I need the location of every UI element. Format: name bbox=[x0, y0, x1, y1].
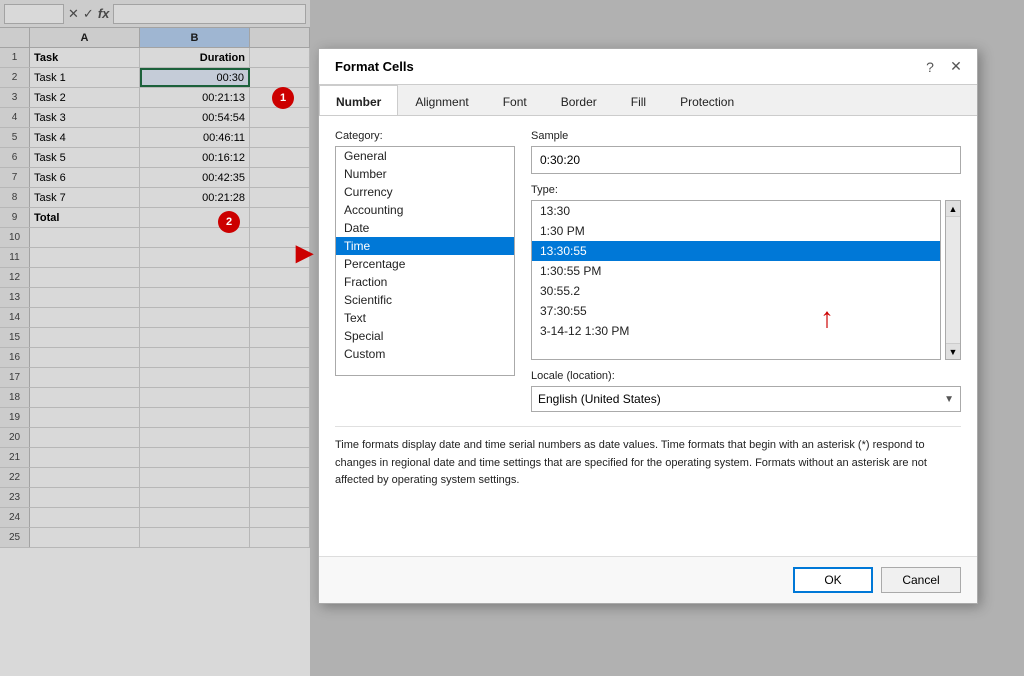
locale-label: Locale (location): bbox=[531, 370, 961, 382]
annotation-1: 1 bbox=[272, 87, 294, 109]
dialog-body: Category: GeneralNumberCurrencyAccountin… bbox=[319, 116, 977, 556]
category-section: Category: GeneralNumberCurrencyAccountin… bbox=[335, 130, 515, 412]
category-list[interactable]: GeneralNumberCurrencyAccountingDateTimeP… bbox=[335, 146, 515, 376]
dialog-footer: OK Cancel bbox=[319, 556, 977, 603]
dialog-tabs: NumberAlignmentFontBorderFillProtection bbox=[319, 85, 977, 116]
locale-dropdown-arrow: ▼ bbox=[944, 394, 954, 405]
format-cells-dialog: Format Cells ? ✕ NumberAlignmentFontBord… bbox=[318, 48, 978, 604]
tab-number[interactable]: Number bbox=[319, 85, 398, 115]
type-list-container: 13:301:30 PM13:30:551:30:55 PM30:55.237:… bbox=[531, 200, 961, 360]
category-item[interactable]: Number bbox=[336, 165, 514, 183]
tab-alignment[interactable]: Alignment bbox=[398, 88, 485, 115]
category-item[interactable]: Text bbox=[336, 309, 514, 327]
dialog-title-icons: ? ✕ bbox=[921, 58, 965, 76]
tab-font[interactable]: Font bbox=[486, 88, 544, 115]
category-item[interactable]: General bbox=[336, 147, 514, 165]
category-item[interactable]: Time bbox=[336, 237, 514, 255]
annotation-2: 2 bbox=[218, 211, 240, 233]
category-item[interactable]: Scientific bbox=[336, 291, 514, 309]
close-button[interactable]: ✕ bbox=[947, 58, 965, 76]
type-item[interactable]: 1:30:55 PM bbox=[532, 261, 940, 281]
category-item[interactable]: Fraction bbox=[336, 273, 514, 291]
cancel-button[interactable]: Cancel bbox=[881, 567, 961, 593]
type-item[interactable]: 37:30:55 bbox=[532, 301, 940, 321]
locale-value: English (United States) bbox=[538, 392, 661, 406]
tab-fill[interactable]: Fill bbox=[614, 88, 663, 115]
type-item[interactable]: 30:55.2 bbox=[532, 281, 940, 301]
category-item[interactable]: Percentage bbox=[336, 255, 514, 273]
category-item[interactable]: Currency bbox=[336, 183, 514, 201]
type-item[interactable]: 13:30 bbox=[532, 201, 940, 221]
up-arrow-annotation: ↑ bbox=[820, 302, 834, 334]
locale-dropdown[interactable]: English (United States) ▼ bbox=[531, 386, 961, 412]
tab-border[interactable]: Border bbox=[544, 88, 614, 115]
sample-label: Sample bbox=[531, 130, 961, 142]
arrow-to-time: ▶ bbox=[296, 240, 313, 266]
scroll-up-arrow[interactable]: ▲ bbox=[946, 201, 960, 217]
help-button[interactable]: ? bbox=[921, 58, 939, 76]
type-item[interactable]: 1:30 PM bbox=[532, 221, 940, 241]
right-section: Sample 0:30:20 Type: 13:301:30 PM13:30:5… bbox=[531, 130, 961, 412]
category-item[interactable]: Accounting bbox=[336, 201, 514, 219]
type-item[interactable]: 13:30:55 bbox=[532, 241, 940, 261]
category-item[interactable]: Date bbox=[336, 219, 514, 237]
dialog-title-bar: Format Cells ? ✕ bbox=[319, 49, 977, 85]
category-label: Category: bbox=[335, 130, 515, 142]
type-label: Type: bbox=[531, 184, 961, 196]
type-item[interactable]: 3-14-12 1:30 PM bbox=[532, 321, 940, 341]
dialog-title: Format Cells bbox=[335, 59, 414, 74]
category-item[interactable]: Custom bbox=[336, 345, 514, 363]
sample-box: 0:30:20 bbox=[531, 146, 961, 174]
category-item[interactable]: Special bbox=[336, 327, 514, 345]
type-list[interactable]: 13:301:30 PM13:30:551:30:55 PM30:55.237:… bbox=[531, 200, 941, 360]
ok-button[interactable]: OK bbox=[793, 567, 873, 593]
description-text: Time formats display date and time seria… bbox=[335, 426, 961, 490]
scroll-down-arrow[interactable]: ▼ bbox=[946, 343, 960, 359]
tab-protection[interactable]: Protection bbox=[663, 88, 751, 115]
